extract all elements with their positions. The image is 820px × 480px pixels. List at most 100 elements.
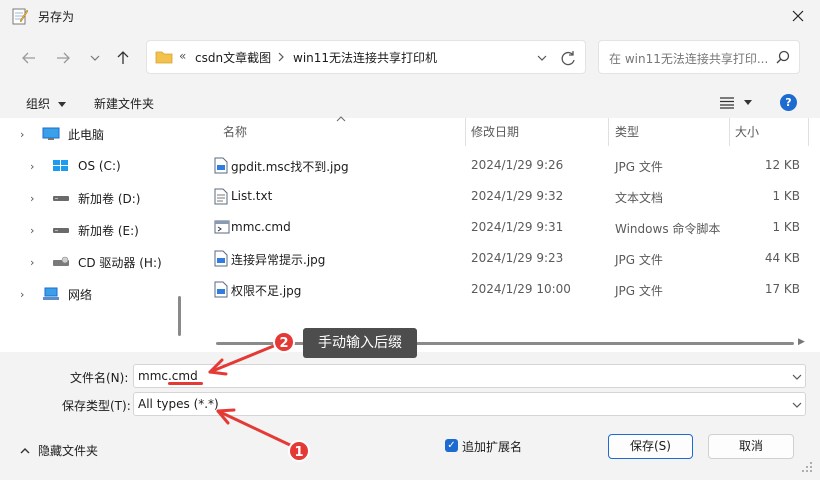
forward-button[interactable] [52,47,74,69]
chevron-down-icon[interactable] [537,53,547,63]
column-divider[interactable] [608,118,609,146]
file-row[interactable]: mmc.cmd 2024/1/29 9:31 Windows 命令脚本 1 KB [206,213,806,243]
file-type: Windows 命令脚本 [615,222,721,236]
column-divider[interactable] [729,118,730,146]
drive-icon [53,196,69,201]
tree-item-e[interactable]: › 新加卷 (E:) [30,214,139,246]
chevron-down-icon[interactable] [792,400,802,410]
chevron-down-icon [90,55,100,61]
tree-item-network[interactable]: › 网络 [20,278,92,310]
tree-item-this-pc[interactable]: › 此电脑 [20,118,104,150]
resize-grip-icon[interactable] [800,460,814,474]
filetype-label: 保存类型(T): [62,399,131,413]
chevron-up-icon [20,447,30,453]
append-extension-label[interactable]: 追加扩展名 [462,438,522,455]
recent-locations-button[interactable] [84,47,106,69]
image-file-icon [214,157,228,174]
file-type: JPG 文件 [615,253,663,267]
breadcrumb-item-current[interactable]: win11无法连接共享打印机 [293,49,437,66]
back-button[interactable] [18,47,40,69]
file-name: mmc.cmd [231,220,291,234]
search-icon[interactable] [775,49,791,65]
close-button[interactable] [784,2,812,30]
title-bar [0,0,820,32]
annotation-badge-1: 1 [288,440,310,462]
tree-scrollbar[interactable] [178,296,181,336]
refresh-icon[interactable] [557,47,579,69]
file-row[interactable]: gpdit.msc找不到.jpg 2024/1/29 9:26 JPG 文件 1… [206,151,806,181]
column-header-type[interactable]: 类型 [615,123,639,140]
window-title: 另存为 [38,10,75,24]
chevron-down-icon[interactable] [792,372,802,382]
file-type: JPG 文件 [615,160,663,174]
organize-label: 组织 [26,97,51,111]
file-row[interactable]: 权限不足.jpg 2024/1/29 10:00 JPG 文件 17 KB [206,275,806,305]
column-header-name[interactable]: 名称 [223,123,247,140]
navigation-pane: › 此电脑 › OS (C:) › 新加卷 (D:) › 新加卷 (E:) › … [0,118,190,352]
column-header-size[interactable]: 大小 [735,123,759,140]
column-divider[interactable] [465,118,466,146]
file-size: 1 KB [772,189,800,203]
arrow-left-icon [22,52,35,64]
file-name: List.txt [231,189,273,203]
list-view-icon [720,97,734,109]
file-date: 2024/1/29 9:26 [471,158,564,172]
image-file-icon [214,281,228,298]
filetype-value: All types (*.*) [138,397,219,411]
breadcrumb-overflow[interactable]: « [179,49,186,63]
filename-input[interactable]: mmc.cmd [138,369,198,383]
monitor-icon [42,127,60,140]
organize-button[interactable]: 组织 [26,95,66,112]
search-box[interactable]: 在 win11无法连接共享打印... [598,40,800,74]
view-options-button[interactable] [718,94,758,112]
filename-label: 文件名(N): [70,371,129,385]
image-file-icon [214,250,228,267]
new-folder-button[interactable]: 新建文件夹 [94,95,154,112]
tree-item-label: 新加卷 (D:) [78,191,141,206]
append-extension-checkbox[interactable]: ✓ [445,439,458,452]
cd-drive-icon [53,256,69,266]
column-header-date[interactable]: 修改日期 [471,123,519,140]
chevron-right-icon[interactable]: › [30,224,40,237]
tree-item-os-c[interactable]: › OS (C:) [30,150,121,182]
file-name: 权限不足.jpg [231,284,302,298]
help-icon[interactable]: ? [780,94,797,111]
file-size: 1 KB [772,220,800,234]
file-type: 文本文档 [615,191,664,205]
chevron-right-icon[interactable]: › [20,128,30,141]
column-divider[interactable] [808,118,809,146]
save-button[interactable]: 保存(S) [608,434,693,459]
breadcrumb-item[interactable]: csdn文章截图 [195,49,271,66]
tree-item-label: 新加卷 (E:) [78,223,139,238]
sort-ascending-icon [336,114,346,125]
scroll-right-icon[interactable]: ▶ [798,337,805,347]
tree-item-label: 此电脑 [68,127,105,142]
cancel-button[interactable]: 取消 [708,434,794,459]
tree-item-d[interactable]: › 新加卷 (D:) [30,182,140,214]
search-input[interactable]: 在 win11无法连接共享打印... [609,50,769,67]
up-button[interactable] [112,47,134,69]
annotation-tooltip: 手动输入后缀 [303,328,417,358]
file-row[interactable]: List.txt 2024/1/29 9:32 文本文档 1 KB [206,182,806,212]
chevron-right-icon[interactable]: › [20,288,30,301]
file-name: 连接异常提示.jpg [231,253,326,267]
hide-folders-label: 隐藏文件夹 [38,444,99,458]
annotation-underline [168,382,203,385]
network-icon [43,287,59,300]
filetype-select[interactable]: All types (*.*) [133,392,806,416]
filename-field[interactable]: mmc.cmd [133,364,806,388]
file-size: 12 KB [764,158,800,172]
address-bar[interactable]: « csdn文章截图 win11无法连接共享打印机 [146,40,586,74]
file-row[interactable]: 连接异常提示.jpg 2024/1/29 9:23 JPG 文件 44 KB [206,244,806,274]
text-file-icon [214,188,228,205]
file-date: 2024/1/29 10:00 [471,282,571,296]
hide-folders-toggle[interactable]: 隐藏文件夹 [20,442,98,459]
chevron-right-icon [278,52,284,62]
chevron-right-icon[interactable]: › [30,256,40,269]
tree-item-h[interactable]: › CD 驱动器 (H:) [30,246,162,278]
chevron-right-icon[interactable]: › [30,192,40,205]
folder-icon [155,51,173,64]
arrow-up-icon [117,51,129,64]
chevron-right-icon[interactable]: › [30,160,40,173]
tree-item-label: CD 驱动器 (H:) [78,255,162,270]
